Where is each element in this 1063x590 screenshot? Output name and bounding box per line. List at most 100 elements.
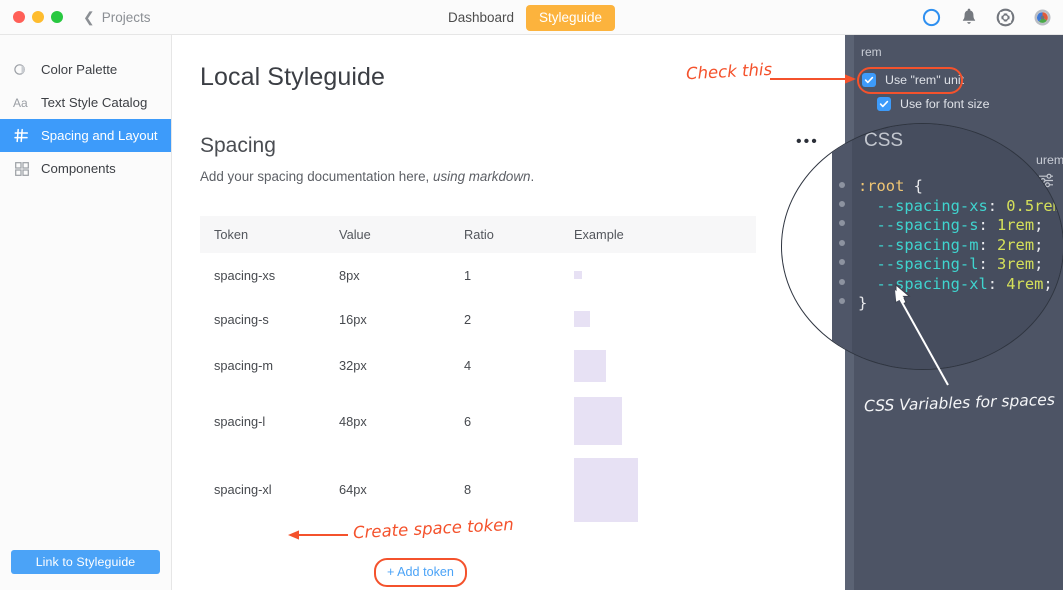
code-line: --spacing-s: 1rem; (858, 216, 1063, 236)
table-row[interactable]: spacing-m 32px 4 (200, 341, 756, 390)
section-desc-plain: Add your spacing documentation here, (200, 169, 433, 184)
example-swatch (574, 457, 638, 522)
table-row[interactable]: spacing-s 16px 2 (200, 297, 756, 341)
cell-value: 8px (339, 267, 360, 283)
code-token: :root (858, 177, 905, 195)
code-token: 3rem (997, 255, 1035, 273)
magnifier-lens: CSS :root { --spacing-xs: 0.5rem; --spac… (781, 123, 1063, 370)
checkbox-checked-icon[interactable] (862, 73, 876, 87)
mouse-cursor-icon (895, 283, 911, 311)
sidebar-item-text-style-catalog[interactable]: Aa Text Style Catalog (0, 86, 171, 119)
sidebar: Color Palette Aa Text Style Catalog Spac… (0, 35, 172, 590)
bell-icon[interactable] (958, 7, 979, 28)
lifesaver-icon[interactable] (995, 7, 1016, 28)
sidebar-item-spacing-and-layout[interactable]: Spacing and Layout (0, 119, 171, 152)
circle-icon[interactable] (921, 7, 942, 28)
back-to-projects-button[interactable]: ❮ Projects (83, 10, 151, 25)
example-swatch (574, 271, 582, 279)
cell-token: spacing-l (214, 413, 266, 429)
table-row[interactable]: spacing-l 48px 6 (200, 390, 756, 452)
code-token: --spacing-xs (858, 196, 988, 215)
checkbox-checked-icon[interactable] (877, 97, 891, 111)
example-swatch (574, 397, 622, 445)
gutter-dot (839, 298, 845, 304)
sidebar-item-components[interactable]: Components (0, 152, 171, 185)
column-header-example: Example (560, 216, 756, 253)
cell-value: 64px (339, 482, 367, 497)
column-header-value: Value (325, 216, 450, 253)
minimize-window-button[interactable] (32, 11, 44, 23)
sidebar-item-color-palette[interactable]: Color Palette (0, 53, 171, 86)
maximize-window-button[interactable] (51, 11, 63, 23)
window-tabs: Dashboard Styleguide (0, 0, 1063, 35)
code-token: ; (1034, 216, 1044, 234)
table-header: Token Value Ratio Example (200, 216, 756, 253)
close-window-button[interactable] (13, 11, 25, 23)
code-token: 1rem (997, 216, 1035, 234)
code-token: --spacing-l (858, 255, 979, 273)
code-line: --spacing-xl: 4rem; (858, 275, 1063, 295)
tab-dashboard[interactable]: Dashboard (448, 10, 514, 25)
code-token: --spacing-m (858, 235, 979, 254)
use-for-font-size-label: Use for font size (900, 97, 990, 111)
code-token: ; (1034, 255, 1044, 273)
avatar-icon[interactable] (1032, 7, 1053, 28)
magnifier-content: CSS :root { --spacing-xs: 0.5rem; --spac… (782, 124, 1063, 369)
spacing-layout-icon (13, 127, 30, 144)
example-swatch (574, 311, 590, 327)
code-line: } (858, 294, 1063, 314)
cell-example (560, 390, 756, 452)
app-window: ❮ Projects Dashboard Styleguide Color Pa… (0, 0, 1063, 590)
cell-token: spacing-m (214, 358, 274, 373)
code-token: : (987, 196, 1007, 215)
css-code-block[interactable]: :root { --spacing-xs: 0.5rem; --spacing-… (858, 177, 1063, 314)
cell-example (560, 297, 756, 341)
gutter-dot (839, 182, 845, 188)
use-for-font-size-checkbox-row[interactable]: Use for font size (877, 97, 990, 111)
window-titlebar: ❮ Projects Dashboard Styleguide (0, 0, 1063, 35)
cell-value: 32px (339, 358, 367, 373)
spacing-token-table: Token Value Ratio Example spacing-xs 8px 1… (200, 216, 756, 527)
gutter-dot (839, 201, 845, 207)
code-line: --spacing-xs: 0.5rem; (858, 197, 1063, 217)
gutter-dot (839, 220, 845, 226)
table-body: spacing-xs 8px 1 spacing-s 16px 2 spacing-m 32p… (200, 253, 756, 527)
main-content: Local Styleguide Spacing Add your spacin… (172, 35, 845, 590)
code-line: --spacing-l: 3rem; (858, 255, 1063, 275)
table-header-row: Token Value Ratio Example (200, 216, 756, 253)
cell-example (560, 452, 756, 527)
code-token: { (904, 177, 923, 195)
link-to-styleguide-button[interactable]: Link to Styleguide (11, 550, 160, 574)
sidebar-item-label: Components (41, 161, 116, 176)
sidebar-item-label: Spacing and Layout (41, 128, 158, 143)
code-token: --spacing-s (858, 216, 979, 234)
code-token: : (987, 274, 1007, 293)
rem-group-label: rem (861, 45, 882, 59)
code-token: : (978, 216, 998, 234)
column-header-ratio: Ratio (450, 216, 560, 253)
sidebar-item-label: Color Palette (41, 62, 118, 77)
section-desc-italic: using markdown (433, 169, 531, 184)
code-token: 2rem (997, 235, 1035, 254)
overflow-menu-icon[interactable]: ••• (796, 133, 819, 151)
cell-token: spacing-xl (214, 482, 272, 497)
cell-token: spacing-xs (214, 267, 276, 283)
cell-value: 48px (339, 413, 367, 429)
table-row[interactable]: spacing-xs 8px 1 (200, 253, 756, 297)
code-token: ; (1043, 274, 1053, 293)
text-style-icon: Aa (13, 94, 30, 111)
gutter-dot (839, 240, 845, 246)
code-token: } (858, 294, 868, 312)
components-icon (13, 160, 30, 177)
gutter-dot (839, 259, 845, 265)
use-rem-unit-label: Use "rem" unit (885, 73, 965, 87)
section-description: Add your spacing documentation here, usi… (200, 169, 845, 184)
code-line: --spacing-m: 2rem; (858, 236, 1063, 256)
gutter-dot (839, 279, 845, 285)
cell-example (560, 253, 756, 297)
add-token-button[interactable]: + Add token (374, 558, 467, 587)
sidebar-top-spacer (0, 35, 171, 53)
tab-styleguide[interactable]: Styleguide (526, 4, 616, 31)
column-header-token: Token (200, 216, 325, 253)
use-rem-unit-checkbox-row[interactable]: Use "rem" unit (862, 73, 964, 87)
